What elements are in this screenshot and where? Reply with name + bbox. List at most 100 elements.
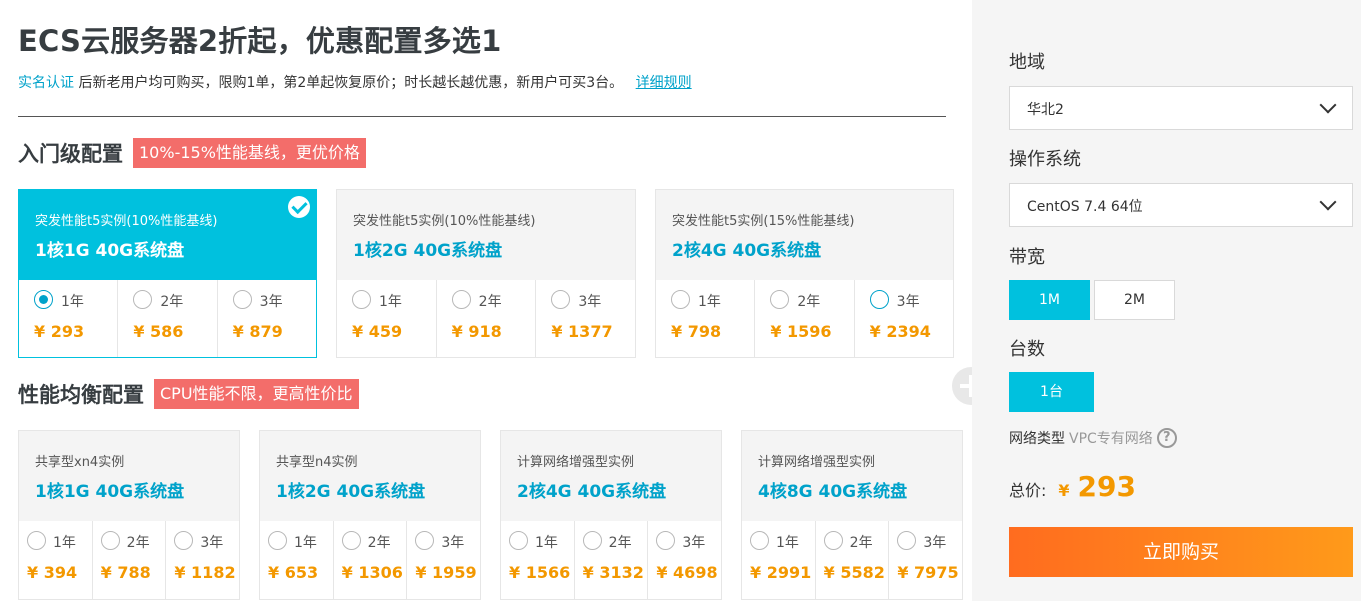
- duration-label: 2年: [478, 294, 502, 310]
- duration-option-1y[interactable]: 1年 ¥ 653: [260, 521, 334, 599]
- radio-icon[interactable]: [750, 531, 769, 550]
- duration-option-3y[interactable]: 3年 ¥ 4698: [648, 521, 721, 599]
- card-spec: 1核2G 40G系统盘: [353, 241, 503, 261]
- radio-icon[interactable]: [415, 531, 435, 550]
- duration-label: 3年: [896, 294, 920, 310]
- radio-icon[interactable]: [582, 531, 602, 550]
- realname-link[interactable]: 实名认证: [18, 75, 74, 91]
- balanced-card-4[interactable]: 计算网络增强型实例 4核8G 40G系统盘 1年 ¥ 2991 2年 ¥ 5582 …: [741, 430, 963, 600]
- duration-label: 3年: [200, 535, 224, 551]
- entry-card-2[interactable]: 突发性能t5实例(10%性能基线) 1核2G 40G系统盘 1年 ¥ 459 2年…: [336, 189, 636, 358]
- chevron-down-icon: [1319, 96, 1337, 114]
- page-title: ECS云服务器2折起，优惠配置多选1: [18, 24, 502, 58]
- radio-icon[interactable]: [100, 531, 120, 550]
- duration-option-1y[interactable]: 1年 ¥ 459: [337, 280, 437, 357]
- duration-options: 1年 ¥ 798 2年 ¥ 1596 3年 ¥ 2394: [656, 280, 953, 357]
- radio-icon[interactable]: [27, 531, 46, 550]
- os-label: 操作系统: [1009, 149, 1081, 170]
- duration-option-2y[interactable]: 2年 ¥ 1306: [334, 521, 408, 599]
- region-label: 地域: [1009, 52, 1045, 73]
- divider: [18, 116, 946, 117]
- total-label: 总价:: [1009, 481, 1047, 500]
- card-header[interactable]: 计算网络增强型实例 4核8G 40G系统盘: [742, 431, 962, 521]
- duration-option-3y[interactable]: 3年 ¥ 879: [218, 280, 316, 357]
- rules-link[interactable]: 详细规则: [636, 75, 692, 91]
- card-header[interactable]: 共享型n4实例 1核2G 40G系统盘: [260, 431, 480, 521]
- duration-option-2y[interactable]: 2年 ¥ 788: [93, 521, 167, 599]
- duration-label: 3年: [682, 535, 706, 551]
- radio-icon[interactable]: [509, 531, 528, 550]
- duration-option-1y[interactable]: 1年 ¥ 2991: [742, 521, 816, 599]
- radio-icon[interactable]: [352, 290, 371, 309]
- price: ¥ 1959: [415, 563, 477, 582]
- duration-options: 1年 ¥ 1566 2年 ¥ 3132 3年 ¥ 4698: [501, 521, 721, 599]
- bandwidth-label: 带宽: [1009, 247, 1045, 268]
- balanced-card-2[interactable]: 共享型n4实例 1核2G 40G系统盘 1年 ¥ 653 2年 ¥ 1306 3年 ¥…: [259, 430, 481, 600]
- duration-option-3y[interactable]: 3年 ¥ 1377: [536, 280, 635, 357]
- duration-options: 1年 ¥ 2991 2年 ¥ 5582 3年 ¥ 7975: [742, 521, 962, 599]
- price: ¥ 918: [451, 322, 502, 341]
- price: ¥ 1306: [341, 563, 403, 582]
- duration-option-1y[interactable]: 1年 ¥ 798: [656, 280, 756, 357]
- price: ¥ 788: [100, 563, 151, 582]
- duration-option-1y[interactable]: 1年 ¥ 293: [19, 280, 119, 357]
- card-spec: 2核4G 40G系统盘: [517, 482, 667, 502]
- balanced-card-1[interactable]: 共享型xn4实例 1核1G 40G系统盘 1年 ¥ 394 2年 ¥ 788 3年 ¥…: [18, 430, 240, 600]
- bandwidth-2m-button[interactable]: 2M: [1094, 280, 1175, 320]
- card-header[interactable]: 突发性能t5实例(10%性能基线) 1核1G 40G系统盘: [19, 190, 316, 280]
- region-value: 华北2: [1027, 102, 1064, 118]
- radio-icon[interactable]: [232, 290, 252, 309]
- chevron-down-icon: [1319, 193, 1337, 211]
- radio-icon[interactable]: [656, 531, 676, 550]
- duration-option-3y[interactable]: 3年 ¥ 7975: [889, 521, 962, 599]
- os-select[interactable]: CentOS 7.4 64位: [1009, 183, 1353, 227]
- duration-option-3y[interactable]: 3年 ¥ 1182: [166, 521, 239, 599]
- radio-icon[interactable]: [770, 290, 790, 309]
- bandwidth-1m-button[interactable]: 1M: [1009, 280, 1090, 320]
- balanced-section-title: 性能均衡配置: [18, 383, 144, 407]
- duration-option-1y[interactable]: 1年 ¥ 394: [19, 521, 93, 599]
- network-type: 网络类型 VPC专有网络 ?: [1009, 428, 1177, 448]
- duration-label: 2年: [126, 535, 150, 551]
- radio-icon[interactable]: [451, 290, 471, 309]
- help-icon[interactable]: ?: [1156, 428, 1177, 448]
- radio-icon[interactable]: [551, 290, 571, 309]
- card-header[interactable]: 共享型xn4实例 1核1G 40G系统盘: [19, 431, 239, 521]
- radio-icon[interactable]: [341, 531, 361, 550]
- duration-option-2y[interactable]: 2年 ¥ 918: [437, 280, 537, 357]
- price: ¥ 586: [133, 322, 184, 341]
- buy-now-button[interactable]: 立即购买: [1009, 527, 1353, 577]
- duration-option-2y[interactable]: 2年 ¥ 3132: [575, 521, 649, 599]
- duration-option-2y[interactable]: 2年 ¥ 586: [118, 280, 218, 357]
- total-price: 总价: ¥ 293: [1009, 470, 1136, 503]
- balanced-section-header: 性能均衡配置 CPU性能不限，更高性价比: [18, 379, 359, 409]
- card-header[interactable]: 突发性能t5实例(10%性能基线) 1核2G 40G系统盘: [337, 190, 635, 280]
- radio-icon[interactable]: [897, 531, 917, 550]
- radio-icon[interactable]: [133, 290, 153, 309]
- radio-icon[interactable]: [174, 531, 194, 550]
- duration-options: 1年 ¥ 394 2年 ¥ 788 3年 ¥ 1182: [19, 521, 239, 599]
- radio-icon[interactable]: [671, 290, 690, 309]
- radio-icon[interactable]: [823, 531, 843, 550]
- duration-option-1y[interactable]: 1年 ¥ 1566: [501, 521, 575, 599]
- count-button[interactable]: 1台: [1009, 372, 1094, 412]
- card-spec: 1核1G 40G系统盘: [35, 241, 185, 261]
- price: ¥ 1182: [174, 563, 236, 582]
- card-header[interactable]: 计算网络增强型实例 2核4G 40G系统盘: [501, 431, 721, 521]
- duration-options: 1年 ¥ 293 2年 ¥ 586 3年 ¥ 879: [19, 280, 316, 357]
- os-value: CentOS 7.4 64位: [1027, 199, 1143, 215]
- card-instance-type: 突发性能t5实例(10%性能基线): [35, 214, 218, 229]
- balanced-card-3[interactable]: 计算网络增强型实例 2核4G 40G系统盘 1年 ¥ 1566 2年 ¥ 3132 …: [500, 430, 722, 600]
- entry-card-1[interactable]: 突发性能t5实例(10%性能基线) 1核1G 40G系统盘 1年 ¥ 293 2年…: [18, 189, 317, 358]
- price: ¥ 4698: [656, 563, 718, 582]
- duration-option-3y[interactable]: 3年 ¥ 1959: [407, 521, 480, 599]
- radio-icon[interactable]: [34, 290, 53, 309]
- entry-card-3[interactable]: 突发性能t5实例(15%性能基线) 2核4G 40G系统盘 1年 ¥ 798 2年…: [655, 189, 954, 358]
- card-header[interactable]: 突发性能t5实例(15%性能基线) 2核4G 40G系统盘: [656, 190, 953, 280]
- duration-option-2y[interactable]: 2年 ¥ 1596: [755, 280, 855, 357]
- duration-option-2y[interactable]: 2年 ¥ 5582: [816, 521, 890, 599]
- duration-option-3y[interactable]: 3年 ¥ 2394: [855, 280, 953, 357]
- radio-icon[interactable]: [268, 531, 287, 550]
- radio-icon[interactable]: [869, 290, 889, 309]
- region-select[interactable]: 华北2: [1009, 86, 1353, 130]
